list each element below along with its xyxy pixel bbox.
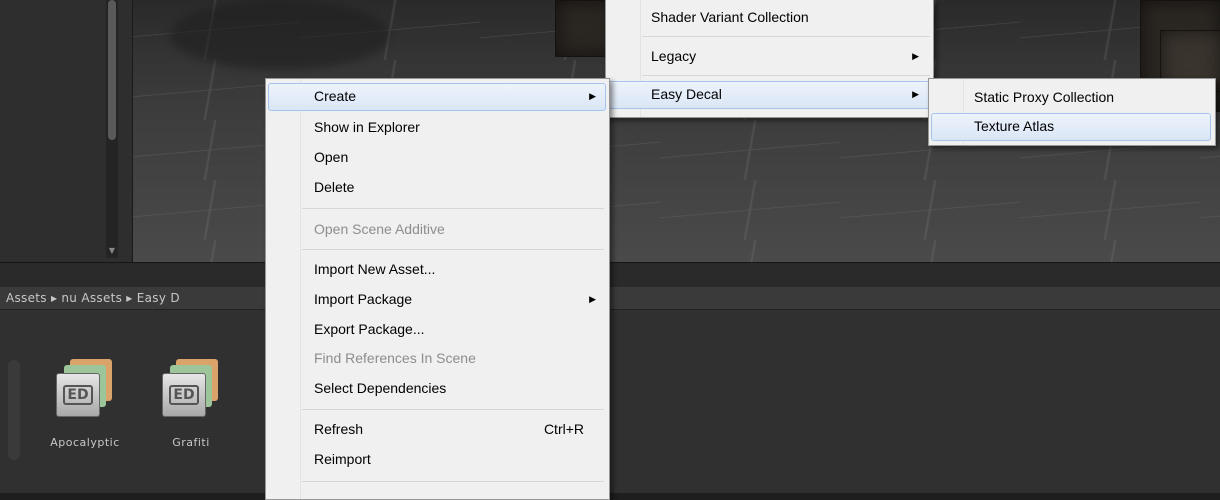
- asset-item-grafiti[interactable]: ED Grafiti: [148, 359, 234, 469]
- easy-decal-asset-icon: ED: [52, 359, 114, 421]
- menu-item-open-scene-additive: Open Scene Additive: [314, 221, 445, 237]
- scrollbar-thumb[interactable]: [108, 0, 116, 140]
- asset-label: Grafiti: [172, 436, 210, 449]
- menu-item-import-new-asset[interactable]: Import New Asset...: [314, 257, 596, 281]
- project-scrollbar[interactable]: [8, 360, 20, 460]
- menu-item-legacy[interactable]: Legacy ▶: [651, 44, 919, 68]
- asset-label: Apocalyptic: [50, 436, 120, 449]
- easy-decal-asset-icon: ED: [158, 359, 220, 421]
- panel-splitter[interactable]: [0, 262, 1220, 288]
- menu-item-refresh[interactable]: Refresh Ctrl+R: [314, 417, 584, 441]
- submenu-arrow-icon: ▶: [912, 89, 919, 99]
- shortcut-label: Ctrl+R: [543, 421, 584, 437]
- submenu-arrow-icon: ▶: [589, 91, 596, 101]
- menu-item-select-dependencies[interactable]: Select Dependencies: [314, 376, 596, 400]
- menu-item-static-proxy-collection[interactable]: Static Proxy Collection: [974, 85, 1204, 109]
- menu-item-show-in-explorer[interactable]: Show in Explorer: [314, 115, 596, 139]
- scene-side-panel: ▼: [0, 0, 133, 262]
- menu-item-open[interactable]: Open: [314, 145, 596, 169]
- submenu-arrow-icon: ▶: [589, 294, 596, 304]
- menu-item-find-references: Find References In Scene: [314, 350, 476, 366]
- asset-item-apocalyptic[interactable]: ED Apocalyptic: [42, 359, 128, 469]
- scene-shadow: [170, 0, 390, 70]
- menu-item-easy-decal[interactable]: Easy Decal ▶: [651, 82, 919, 106]
- menu-item-delete[interactable]: Delete: [314, 175, 596, 199]
- menu-item-export-package[interactable]: Export Package...: [314, 317, 596, 341]
- scroll-down-icon[interactable]: ▼: [108, 246, 116, 256]
- project-panel: Assets ▸ nu Assets ▸ Easy D ED Apocalypt…: [0, 287, 1220, 493]
- project-context-menu: Create ▶ Show in Explorer Open Delete Op…: [265, 78, 610, 500]
- easy-decal-submenu: Static Proxy Collection Texture Atlas: [928, 78, 1216, 146]
- project-toolbar: Assets ▸ nu Assets ▸ Easy D: [0, 287, 1220, 310]
- menu-item-texture-atlas[interactable]: Texture Atlas: [974, 114, 1204, 138]
- menu-item-create[interactable]: Create ▶: [314, 84, 596, 108]
- submenu-arrow-icon: ▶: [912, 51, 919, 61]
- create-submenu: Shader Variant Collection Legacy ▶ Easy …: [605, 0, 934, 118]
- menu-item-import-package[interactable]: Import Package ▶: [314, 287, 596, 311]
- scene-scrollbar[interactable]: ▼: [106, 0, 118, 258]
- breadcrumb[interactable]: Assets ▸ nu Assets ▸ Easy D: [6, 287, 180, 309]
- menu-item-reimport[interactable]: Reimport: [314, 447, 596, 471]
- menu-item-shader-variant-collection[interactable]: Shader Variant Collection: [651, 5, 921, 29]
